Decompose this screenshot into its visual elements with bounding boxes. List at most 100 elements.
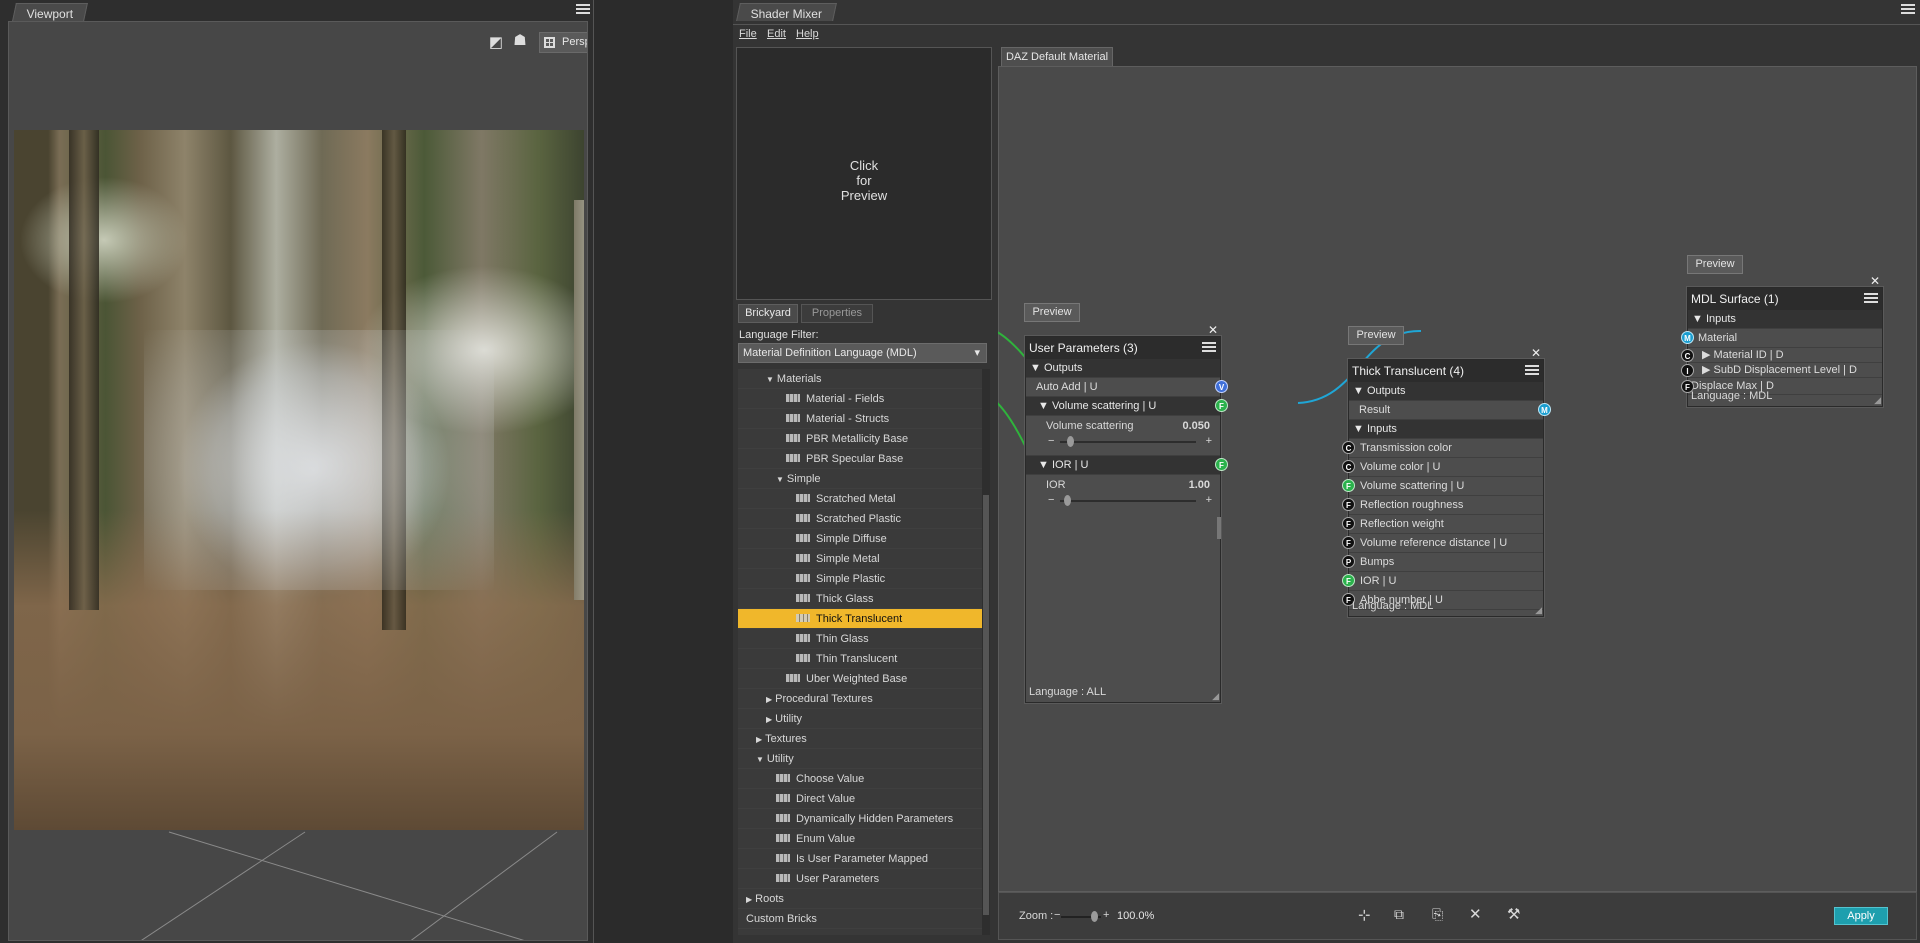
tab-properties[interactable]: Properties: [801, 304, 873, 323]
caret-right-icon[interactable]: ▶: [746, 895, 752, 904]
outputs-header[interactable]: ▼ Outputs: [1349, 382, 1543, 401]
tree-item[interactable]: Custom Bricks: [738, 909, 982, 929]
thick-input-row[interactable]: C Transmission color: [1342, 439, 1543, 458]
tree-item[interactable]: Simple Plastic: [738, 569, 982, 589]
viewport-options-icon[interactable]: [576, 4, 590, 15]
tree-item[interactable]: Uber Weighted Base: [738, 669, 982, 689]
caret-down-icon[interactable]: ▼: [776, 475, 784, 484]
node-user-parameters[interactable]: User Parameters (3) ✕ ▼ Outputs Auto Add…: [1025, 323, 1228, 703]
vs-slider[interactable]: [1060, 441, 1196, 443]
tree-item[interactable]: User Parameters: [738, 869, 982, 889]
thick-input-row[interactable]: F IOR | U: [1342, 572, 1543, 591]
material-id-row[interactable]: C ▶ Material ID | D: [1681, 348, 1882, 363]
zoom-slider-handle[interactable]: [1091, 911, 1098, 922]
plus-icon[interactable]: +: [1206, 435, 1212, 447]
tree-item[interactable]: ▶ Utility: [738, 709, 982, 729]
pin-material-icon[interactable]: M: [1681, 331, 1694, 344]
tree-item[interactable]: PBR Specular Base: [738, 449, 982, 469]
resize-grip-icon[interactable]: ◢: [1212, 691, 1219, 702]
thick-input-row[interactable]: P Bumps: [1342, 553, 1543, 572]
caret-right-icon[interactable]: ▶: [766, 695, 772, 704]
material-preview[interactable]: Click for Preview: [736, 47, 992, 300]
subd-row[interactable]: I ▶ SubD Displacement Level | D: [1681, 363, 1882, 378]
menu-file[interactable]: File: [739, 28, 757, 40]
pin-material-icon[interactable]: M: [1538, 403, 1551, 416]
pin-f-icon[interactable]: F: [1342, 479, 1355, 492]
inputs-header[interactable]: ▼ Inputs: [1349, 420, 1543, 439]
tree-item[interactable]: Material - Fields: [738, 389, 982, 409]
canvas-tab[interactable]: DAZ Default Material: [1001, 47, 1113, 66]
pin-f-icon[interactable]: F: [1215, 399, 1228, 412]
material-row[interactable]: M Material: [1681, 329, 1882, 348]
tree-item[interactable]: ▼ Simple: [738, 469, 982, 489]
thick-input-row[interactable]: C Volume color | U: [1342, 458, 1543, 477]
mdl-preview-button[interactable]: Preview: [1687, 255, 1743, 274]
tree-item[interactable]: Simple Diffuse: [738, 529, 982, 549]
pin-c-icon[interactable]: C: [1342, 441, 1355, 454]
zoom-minus-icon[interactable]: −: [1054, 909, 1060, 921]
language-filter-select[interactable]: Material Definition Language (MDL) ▾: [738, 343, 987, 363]
tree-item[interactable]: Thin Glass: [738, 629, 982, 649]
shader-mixer-panel-menu-icon[interactable]: [1901, 4, 1915, 15]
caret-right-icon[interactable]: ▶: [756, 735, 762, 744]
menu-edit[interactable]: Edit: [767, 28, 786, 40]
tree-scrollbar[interactable]: [982, 369, 990, 935]
tree-item[interactable]: Simple Metal: [738, 549, 982, 569]
auto-add-row[interactable]: Auto Add | U V: [1026, 378, 1228, 397]
pin-p-icon[interactable]: P: [1342, 555, 1355, 568]
thick-preview-button[interactable]: Preview: [1348, 326, 1404, 345]
tab-viewport[interactable]: Viewport: [12, 3, 89, 21]
tab-brickyard[interactable]: Brickyard: [738, 304, 798, 323]
ior-slider[interactable]: [1060, 500, 1196, 502]
node-scrollbar[interactable]: [1217, 517, 1221, 539]
tools-icon[interactable]: ⚒: [1507, 905, 1520, 923]
inputs-header[interactable]: ▼ Inputs: [1688, 310, 1882, 329]
copy-icon[interactable]: ⧉: [1394, 906, 1404, 923]
caret-right-icon[interactable]: ▶: [766, 715, 772, 724]
tree-item[interactable]: Dynamically Hidden Parameters: [738, 809, 982, 829]
vs-slider-handle[interactable]: [1066, 436, 1074, 447]
outputs-header[interactable]: ▼ Outputs: [1026, 359, 1220, 378]
tree-item[interactable]: ▶ Roots: [738, 889, 982, 909]
pin-color-icon[interactable]: C: [1681, 349, 1694, 362]
resize-grip-icon[interactable]: ◢: [1535, 605, 1542, 616]
tree-item[interactable]: Choose Value: [738, 769, 982, 789]
pin-f-icon[interactable]: F: [1342, 574, 1355, 587]
tree-item[interactable]: PBR Metallicity Base: [738, 429, 982, 449]
thick-input-row[interactable]: F Volume scattering | U: [1342, 477, 1543, 496]
tree-item[interactable]: Thick Translucent: [738, 609, 982, 629]
pin-c-icon[interactable]: C: [1342, 460, 1355, 473]
close-icon[interactable]: ✕: [1870, 274, 1880, 288]
tab-shader-mixer[interactable]: Shader Mixer: [736, 3, 838, 21]
tree-item[interactable]: Thin Translucent: [738, 649, 982, 669]
minus-icon[interactable]: −: [1048, 494, 1054, 506]
node-thick-translucent[interactable]: Thick Translucent (4) ✕ ▼ Outputs Result…: [1342, 346, 1551, 617]
tree-item[interactable]: Is User Parameter Mapped: [738, 849, 982, 869]
minus-icon[interactable]: −: [1048, 435, 1054, 447]
tree-item[interactable]: Thick Glass: [738, 589, 982, 609]
tree-item[interactable]: Material - Structs: [738, 409, 982, 429]
plus-icon[interactable]: +: [1206, 494, 1212, 506]
thick-input-row[interactable]: F Reflection roughness: [1342, 496, 1543, 515]
tree-item[interactable]: Enum Value: [738, 829, 982, 849]
tree-item[interactable]: Scratched Plastic: [738, 509, 982, 529]
tree-item[interactable]: ▶ Textures: [738, 729, 982, 749]
user-params-preview-button[interactable]: Preview: [1024, 303, 1080, 322]
node-menu-icon[interactable]: [1864, 293, 1878, 304]
thick-input-row[interactable]: F Reflection weight: [1342, 515, 1543, 534]
caret-down-icon[interactable]: ▼: [766, 375, 774, 384]
pin-v-icon[interactable]: V: [1215, 380, 1228, 393]
paste-icon[interactable]: ⎘: [1432, 906, 1443, 923]
resize-grip-icon[interactable]: ◢: [1874, 395, 1881, 406]
thick-input-row[interactable]: F Volume reference distance | U: [1342, 534, 1543, 553]
tree-item[interactable]: ▶ Procedural Textures: [738, 689, 982, 709]
tree-scroll-thumb[interactable]: [983, 495, 989, 915]
pin-f-icon[interactable]: F: [1215, 458, 1228, 471]
volume-scattering-header[interactable]: ▼ Volume scattering | U F: [1026, 397, 1228, 416]
ior-value[interactable]: 1.00: [1189, 479, 1210, 491]
pin-f-icon[interactable]: F: [1342, 517, 1355, 530]
pin-f-icon[interactable]: F: [1342, 498, 1355, 511]
result-row[interactable]: Result M: [1349, 401, 1551, 420]
vs-value[interactable]: 0.050: [1182, 420, 1210, 432]
ior-slider-handle[interactable]: [1064, 495, 1071, 506]
